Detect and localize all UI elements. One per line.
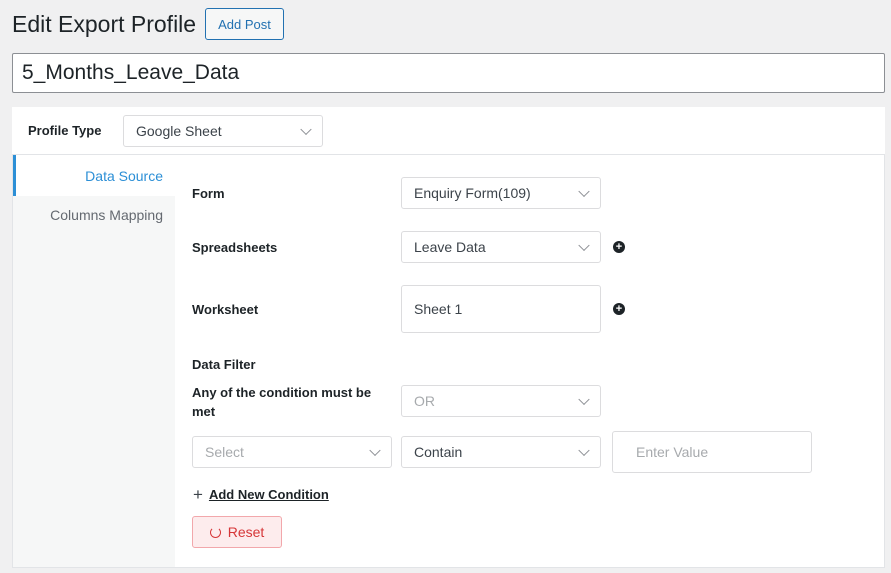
sidebar-item-data-source[interactable]: Data Source: [13, 155, 175, 196]
reset-icon: [209, 526, 221, 538]
condition-label: Any of the condition must be met: [192, 385, 372, 419]
spreadsheets-select[interactable]: Leave Data: [401, 231, 601, 263]
worksheet-label: Worksheet: [192, 302, 259, 317]
chevron-down-icon: [578, 185, 590, 198]
data-filter-heading: Data Filter: [192, 357, 256, 372]
condition-select-value: OR: [414, 393, 435, 409]
worksheet-input[interactable]: [401, 285, 601, 333]
plus-icon: +: [193, 485, 203, 504]
sidebar-item-label: Data Source: [85, 167, 163, 184]
page-header: Edit Export Profile Add Post: [12, 8, 284, 40]
condition-select[interactable]: OR: [401, 385, 601, 417]
profile-type-label: Profile Type: [28, 123, 102, 138]
profile-title-input[interactable]: [12, 53, 885, 93]
settings-sidebar: Data Source Columns Mapping: [13, 155, 175, 567]
profile-type-value: Google Sheet: [136, 122, 222, 139]
form-select-value: Enquiry Form(109): [414, 185, 531, 201]
filter-field-placeholder: Select: [205, 444, 244, 460]
reset-button-label: Reset: [227, 524, 265, 540]
sidebar-item-columns-mapping[interactable]: Columns Mapping: [13, 196, 175, 234]
chevron-down-icon: [578, 393, 590, 406]
chevron-down-icon: [578, 239, 590, 252]
add-spreadsheet-icon[interactable]: +: [613, 241, 625, 253]
spreadsheets-select-value: Leave Data: [414, 239, 486, 255]
add-new-condition-link[interactable]: + Add New Condition: [193, 486, 329, 503]
sidebar-item-label: Columns Mapping: [50, 207, 163, 223]
reset-button[interactable]: Reset: [192, 516, 282, 548]
chevron-down-icon: [300, 123, 312, 135]
add-worksheet-icon[interactable]: +: [613, 303, 625, 315]
profile-type-row: Profile Type Google Sheet: [12, 107, 885, 155]
add-new-condition-label: Add New Condition: [208, 487, 329, 502]
form-label: Form: [192, 186, 225, 201]
chevron-down-icon: [369, 444, 381, 457]
spreadsheets-label: Spreadsheets: [192, 240, 278, 255]
filter-field-select[interactable]: Select: [192, 436, 392, 468]
add-post-button[interactable]: Add Post: [205, 8, 284, 40]
filter-value-input[interactable]: [612, 431, 812, 473]
page-title: Edit Export Profile: [12, 11, 197, 37]
settings-panel: Data Source Columns Mapping Form Enquiry…: [12, 155, 885, 568]
profile-type-select[interactable]: Google Sheet: [123, 114, 323, 147]
chevron-down-icon: [578, 444, 590, 457]
filter-operator-value: Contain: [414, 444, 463, 460]
form-select[interactable]: Enquiry Form(109): [401, 177, 601, 209]
filter-operator-select[interactable]: Contain: [401, 436, 601, 468]
